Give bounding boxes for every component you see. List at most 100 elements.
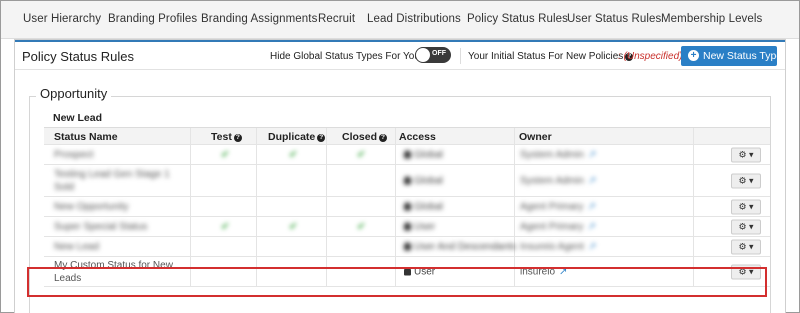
- status-name: Super Special Status: [54, 221, 148, 232]
- gear-icon: ⚙: [738, 149, 747, 159]
- cell-closed: [327, 165, 396, 196]
- owner-value: Insureio Agent ↗: [520, 241, 596, 252]
- external-link-icon[interactable]: ↗: [588, 175, 596, 186]
- cell-test: ✔: [191, 145, 257, 164]
- cell-test: [191, 197, 257, 216]
- gear-icon: ⚙: [738, 201, 747, 211]
- table-row: New Opportunity Global Agent Primary ↗ ⚙ ▾: [44, 197, 770, 217]
- user-icon: [404, 222, 411, 230]
- cell-status-name: New Opportunity: [44, 197, 191, 216]
- cell-actions: ⚙ ▾: [694, 217, 770, 236]
- duplicate-check-icon: ✔: [289, 149, 298, 160]
- plus-circle-icon: +: [688, 50, 699, 61]
- cell-access: User: [396, 217, 515, 236]
- owner-name: System Admin: [520, 149, 584, 160]
- tab-recruit[interactable]: Recruit: [318, 13, 355, 25]
- divider: [460, 48, 461, 64]
- cell-test: ✔: [191, 217, 257, 236]
- status-table: Status Name Test? Duplicate? Closed? Acc…: [44, 127, 770, 287]
- row-actions-button[interactable]: ⚙ ▾: [731, 199, 761, 214]
- col-owner: Owner: [515, 128, 694, 144]
- cell-duplicate: ✔: [257, 145, 327, 164]
- cell-duplicate: [257, 165, 327, 196]
- table-row: Prospect ✔ ✔ ✔ Global System Admin ↗ ⚙ ▾: [44, 145, 770, 165]
- group-title: New Lead: [53, 112, 103, 124]
- hide-global-toggle[interactable]: OFF: [415, 47, 451, 63]
- tab-membership-levels[interactable]: Membership Levels: [661, 13, 762, 25]
- table-header-row: Status Name Test? Duplicate? Closed? Acc…: [44, 127, 770, 145]
- cell-status-name: Testing Lead Gen Stage 1 Sold: [44, 165, 191, 196]
- external-link-icon[interactable]: ↗: [588, 149, 596, 160]
- user-icon: [404, 150, 411, 158]
- owner-value: Agent Primary ↗: [520, 221, 596, 232]
- cell-status-name: Super Special Status: [44, 217, 191, 236]
- cell-closed: ✔: [327, 145, 396, 164]
- row-actions-button[interactable]: ⚙ ▾: [731, 239, 761, 254]
- access-value: Global: [404, 149, 443, 160]
- cell-actions: ⚙ ▾: [694, 145, 770, 164]
- row-actions-button[interactable]: ⚙ ▾: [731, 173, 761, 188]
- user-icon: [404, 202, 411, 210]
- tab-lead-distributions[interactable]: Lead Distributions: [367, 13, 461, 25]
- external-link-icon[interactable]: ↗: [587, 221, 595, 232]
- cell-test: [191, 165, 257, 196]
- access-value: Global: [404, 201, 443, 212]
- tab-user-hierarchy[interactable]: User Hierarchy: [23, 13, 101, 25]
- panel-header: Policy Status Rules Hide Global Status T…: [15, 40, 785, 70]
- closed-check-icon: ✔: [357, 149, 366, 160]
- table-row: Super Special Status ✔ ✔ ✔ User Agent Primary…: [44, 217, 770, 237]
- gear-icon: ⚙: [738, 175, 747, 185]
- cell-status-name: New Lead: [44, 237, 191, 256]
- status-name: Prospect: [54, 149, 94, 160]
- initial-status-label: Your Initial Status For New Policies?: [468, 51, 634, 62]
- row-actions-button[interactable]: ⚙ ▾: [731, 147, 761, 162]
- owner-value: Agent Primary ↗: [520, 201, 596, 212]
- new-status-type-button[interactable]: + New Status Type: [681, 46, 782, 66]
- cell-duplicate: ✔: [257, 217, 327, 236]
- question-circle-icon[interactable]: ?: [233, 134, 242, 142]
- cell-actions: ⚙ ▾: [694, 165, 770, 196]
- cell-access: User And Descendants: [396, 237, 516, 256]
- external-link-icon[interactable]: ↗: [587, 201, 595, 212]
- duplicate-check-icon: ✔: [289, 221, 298, 232]
- top-nav: User Hierarchy Branding Profiles Brandin…: [1, 1, 799, 39]
- external-link-icon[interactable]: ↗: [588, 241, 596, 252]
- new-status-type-label: New Status Type: [703, 50, 783, 62]
- col-duplicate: Duplicate?: [257, 128, 327, 144]
- owner-name: Agent Primary: [520, 201, 584, 212]
- toggle-state-label: OFF: [432, 50, 446, 57]
- user-icon: [404, 176, 411, 184]
- cell-closed: [327, 237, 396, 256]
- cell-closed: [327, 197, 396, 216]
- tab-user-status-rules[interactable]: User Status Rules: [567, 13, 661, 25]
- cell-test: [191, 237, 257, 256]
- highlight-box: [27, 267, 767, 297]
- owner-name: Agent Primary: [520, 221, 584, 232]
- initial-status-value[interactable]: : (Unspecified): [618, 51, 682, 62]
- tab-branding-profiles[interactable]: Branding Profiles: [108, 13, 197, 25]
- toggle-knob: [416, 48, 430, 62]
- section-legend: Opportunity: [36, 86, 112, 101]
- test-check-icon: ✔: [221, 149, 230, 160]
- tab-branding-assignments[interactable]: Branding Assignments: [201, 13, 317, 25]
- owner-name: System Admin: [520, 175, 584, 186]
- cell-duplicate: [257, 237, 327, 256]
- cell-actions: ⚙ ▾: [694, 237, 770, 256]
- cell-owner: Agent Primary ↗: [515, 217, 694, 236]
- cell-owner: Agent Primary ↗: [515, 197, 694, 216]
- col-actions: [694, 128, 770, 144]
- closed-check-icon: ✔: [357, 221, 366, 232]
- cell-owner: System Admin ↗: [515, 145, 694, 164]
- access-value: Global: [404, 175, 443, 186]
- status-name: New Opportunity: [54, 201, 129, 212]
- row-actions-button[interactable]: ⚙ ▾: [731, 219, 761, 234]
- question-circle-icon[interactable]: ?: [379, 134, 388, 142]
- col-closed: Closed?: [327, 128, 396, 144]
- col-access: Access: [396, 128, 515, 144]
- question-circle-icon[interactable]: ?: [317, 134, 326, 142]
- tab-policy-status-rules[interactable]: Policy Status Rules: [467, 13, 568, 25]
- gear-icon: ⚙: [738, 221, 747, 231]
- cell-access: Global: [396, 197, 515, 216]
- table-row: New Lead User And Descendants Insureio Age…: [44, 237, 770, 257]
- cell-status-name: Prospect: [44, 145, 191, 164]
